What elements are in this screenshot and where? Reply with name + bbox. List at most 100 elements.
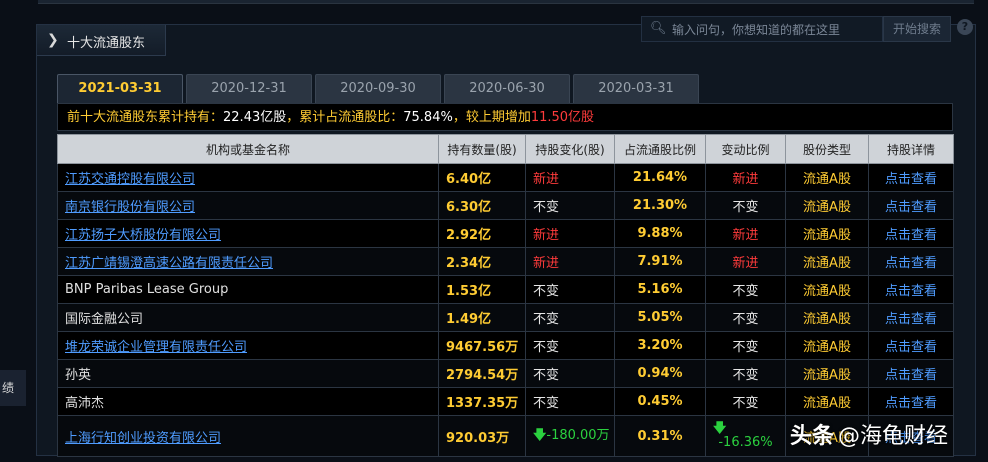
change-ratio-value: -16.36% bbox=[718, 434, 773, 450]
holder-name-link[interactable]: 江苏广靖锡澄高速公路有限责任公司 bbox=[65, 256, 273, 271]
col-header-detail: 持股详情 bbox=[868, 134, 954, 164]
detail-link[interactable]: 点击查看 bbox=[868, 219, 954, 248]
detail-link[interactable]: 点击查看 bbox=[868, 247, 954, 276]
search-icon: 🔍︎ bbox=[650, 21, 667, 36]
detail-link[interactable]: 点击查看 bbox=[868, 387, 954, 416]
holder-name-cell: 江苏交通控股有限公司 bbox=[57, 163, 439, 192]
type-cell: 流通A股 bbox=[785, 191, 869, 220]
type-cell: 流通A股 bbox=[785, 163, 869, 192]
table-row: 江苏扬子大桥股份有限公司 2.92亿 新进 9.88% 新进 流通A股 点击查看 bbox=[57, 219, 954, 248]
help-icon[interactable]: ? bbox=[957, 19, 973, 35]
summary-increase: 11.50亿股 bbox=[530, 110, 595, 125]
qty-cell: 920.03万 bbox=[438, 415, 526, 457]
detail-link[interactable]: 点击查看 bbox=[868, 191, 954, 220]
ratio-cell: 7.91% bbox=[614, 247, 706, 276]
change-ratio-cell: 不变 bbox=[705, 359, 786, 388]
col-header-change-ratio: 变动比例 bbox=[705, 134, 786, 164]
holder-name-text: 孙英 bbox=[65, 368, 92, 383]
qty-cell: 9467.56万 bbox=[438, 331, 526, 360]
type-cell: 流通A股 bbox=[785, 359, 869, 388]
change-ratio-cell: 不变 bbox=[705, 331, 786, 360]
holder-name-text: 国际金融公司 bbox=[65, 312, 144, 327]
ratio-cell: 0.31% bbox=[614, 415, 706, 457]
detail-link[interactable]: 点击查看 bbox=[868, 303, 954, 332]
holder-name-text: 高沛杰 bbox=[65, 396, 105, 411]
summary-sep1: ，累计占流通股比： bbox=[286, 110, 404, 125]
search-button[interactable]: 开始搜索 bbox=[883, 16, 951, 42]
col-header-change: 持股变化(股) bbox=[525, 134, 615, 164]
table-row: 南京银行股份有限公司 6.30亿 不变 21.30% 不变 流通A股 点击查看 bbox=[57, 191, 954, 220]
holder-name-link[interactable]: 江苏交通控股有限公司 bbox=[65, 172, 195, 187]
watermark-brand: 头条 bbox=[790, 424, 835, 449]
change-ratio-cell: 新进 bbox=[705, 163, 786, 192]
detail-link[interactable]: 点击查看 bbox=[868, 163, 954, 192]
change-cell: 不变 bbox=[525, 359, 615, 388]
change-cell: 不变 bbox=[525, 303, 615, 332]
change-ratio-cell: 不变 bbox=[705, 303, 786, 332]
change-cell: 不变 bbox=[525, 191, 615, 220]
change-ratio-cell: 不变 bbox=[705, 387, 786, 416]
search-input[interactable]: 🔍︎ 输入问句，你想知道的都在这里 bbox=[641, 16, 883, 42]
watermark-author: @海龟财经 bbox=[838, 424, 949, 449]
col-header-type: 股份类型 bbox=[785, 134, 869, 164]
type-cell: 流通A股 bbox=[785, 275, 869, 304]
holder-name-cell: 孙英 bbox=[57, 359, 439, 388]
side-tab[interactable]: 绩 bbox=[0, 370, 26, 406]
holder-name-cell: 高沛杰 bbox=[57, 387, 439, 416]
change-cell: 新进 bbox=[525, 219, 615, 248]
detail-link[interactable]: 点击查看 bbox=[868, 331, 954, 360]
holder-name-link[interactable]: 上海行知创业投资有限公司 bbox=[65, 431, 221, 446]
type-cell: 流通A股 bbox=[785, 387, 869, 416]
change-cell: 🡇-180.00万 bbox=[525, 415, 615, 457]
type-cell: 流通A股 bbox=[785, 219, 869, 248]
table-row: 国际金融公司 1.49亿 不变 5.05% 不变 流通A股 点击查看 bbox=[57, 303, 954, 332]
arrow-down-icon: 🡇 bbox=[713, 420, 727, 436]
holder-name-link[interactable]: 堆龙荣诚企业管理有限责任公司 bbox=[65, 340, 247, 355]
ratio-cell: 9.88% bbox=[614, 219, 706, 248]
change-cell: 新进 bbox=[525, 247, 615, 276]
detail-link[interactable]: 点击查看 bbox=[868, 275, 954, 304]
tab-2020-03-31[interactable]: 2020-03-31 bbox=[573, 74, 699, 103]
qty-cell: 1337.35万 bbox=[438, 387, 526, 416]
change-ratio-cell: 新进 bbox=[705, 219, 786, 248]
holder-name-cell: 国际金融公司 bbox=[57, 303, 439, 332]
tab-2020-09-30[interactable]: 2020-09-30 bbox=[315, 74, 441, 103]
table-row: BNP Paribas Lease Group 1.53亿 不变 5.16% 不… bbox=[57, 275, 954, 304]
search-bar: 🔍︎ 输入问句，你想知道的都在这里 开始搜索 ? bbox=[641, 16, 973, 42]
chevron-right-icon: ❯ bbox=[47, 32, 59, 48]
type-cell: 流通A股 bbox=[785, 303, 869, 332]
tab-2020-06-30[interactable]: 2020-06-30 bbox=[444, 74, 570, 103]
summary-line: 前十大流通股东累计持有：22.43亿股，累计占流通股比：75.84%，较上期增加… bbox=[57, 103, 953, 131]
summary-sep2: ，较上期增加 bbox=[452, 110, 531, 125]
qty-cell: 6.40亿 bbox=[438, 163, 526, 192]
qty-cell: 2794.54万 bbox=[438, 359, 526, 388]
change-ratio-cell: 不变 bbox=[705, 275, 786, 304]
change-ratio-cell: 🡇 -16.36% bbox=[705, 415, 786, 457]
ratio-cell: 21.30% bbox=[614, 191, 706, 220]
tab-2020-12-31[interactable]: 2020-12-31 bbox=[186, 74, 312, 103]
summary-prefix: 前十大流通股东累计持有： bbox=[67, 110, 224, 125]
qty-cell: 6.30亿 bbox=[438, 191, 526, 220]
type-cell: 流通A股 bbox=[785, 331, 869, 360]
holders-table: 机构或基金名称 持有数量(股) 持股变化(股) 占流通股比例 变动比例 股份类型… bbox=[57, 134, 954, 457]
holder-name-link[interactable]: 南京银行股份有限公司 bbox=[65, 200, 195, 215]
change-value: -180.00万 bbox=[546, 428, 610, 443]
holder-name-link[interactable]: 江苏扬子大桥股份有限公司 bbox=[65, 228, 221, 243]
change-cell: 不变 bbox=[525, 331, 615, 360]
qty-cell: 1.49亿 bbox=[438, 303, 526, 332]
table-row: 高沛杰 1337.35万 不变 0.45% 不变 流通A股 点击查看 bbox=[57, 387, 954, 416]
detail-link[interactable]: 点击查看 bbox=[868, 359, 954, 388]
col-header-name: 机构或基金名称 bbox=[57, 134, 439, 164]
panel-header[interactable]: ❯ 十大流通股东 bbox=[37, 25, 166, 56]
arrow-down-icon: 🡇 bbox=[533, 428, 547, 443]
ratio-cell: 3.20% bbox=[614, 331, 706, 360]
change-ratio-cell: 新进 bbox=[705, 247, 786, 276]
col-header-ratio: 占流通股比例 bbox=[614, 134, 706, 164]
ratio-cell: 5.05% bbox=[614, 303, 706, 332]
panel-title: 十大流通股东 bbox=[67, 36, 146, 51]
table-row: 江苏广靖锡澄高速公路有限责任公司 2.34亿 新进 7.91% 新进 流通A股 … bbox=[57, 247, 954, 276]
table-header-row: 机构或基金名称 持有数量(股) 持股变化(股) 占流通股比例 变动比例 股份类型… bbox=[57, 134, 954, 164]
summary-total: 22.43亿股 bbox=[223, 110, 287, 125]
tab-2021-03-31[interactable]: 2021-03-31 bbox=[57, 74, 183, 103]
watermark: 头条 @海龟财经 bbox=[790, 418, 952, 450]
